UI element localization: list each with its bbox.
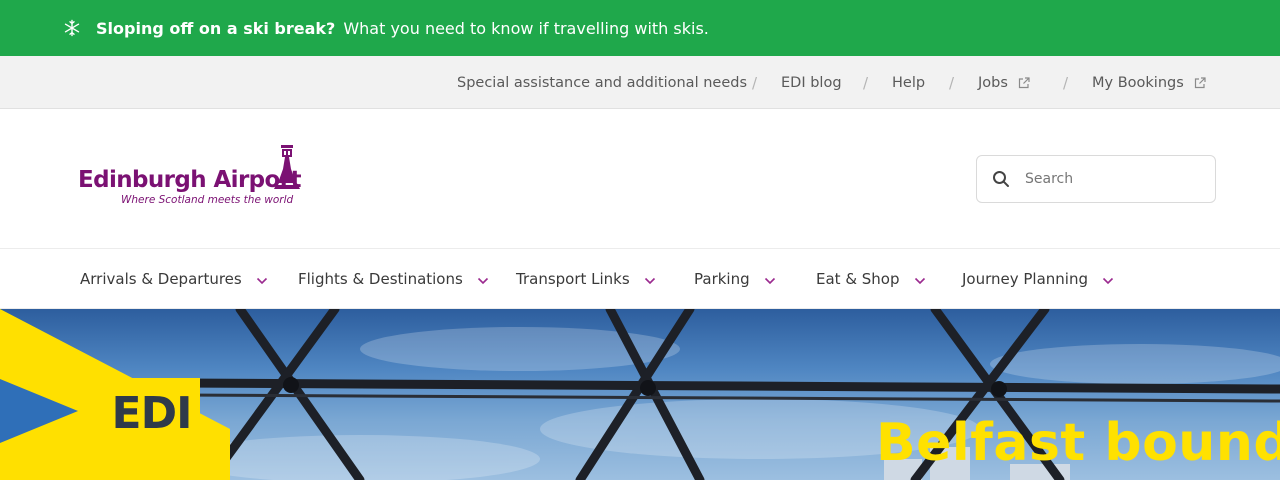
utility-link-edi-blog[interactable]: EDI blog: [781, 56, 842, 109]
nav-item-transport-links[interactable]: Transport Links: [516, 249, 656, 309]
search-input[interactable]: [1025, 171, 1195, 187]
hero-title[interactable]: Belfast bound: [876, 413, 1280, 473]
edi-badge: EDI: [103, 378, 200, 448]
main-nav: Arrivals & Departures Flights & Destinat…: [0, 249, 1280, 309]
chevron-down-icon: [256, 277, 267, 284]
utility-link-label: Jobs: [978, 74, 1008, 91]
utility-separator: /: [752, 73, 758, 92]
nav-item-label: Parking: [694, 270, 750, 288]
nav-item-label: Flights & Destinations: [298, 270, 463, 288]
chevron-down-icon: [644, 277, 655, 284]
alert-banner[interactable]: Sloping off on a ski break? What you nee…: [0, 0, 1280, 56]
utility-separator: /: [1063, 73, 1069, 92]
chevron-down-icon: [477, 277, 488, 284]
site-header: Edinburgh Airport Where Scotland meets t…: [0, 109, 1280, 249]
utility-link-my-bookings[interactable]: My Bookings: [1092, 56, 1206, 109]
nav-item-flights-destinations[interactable]: Flights & Destinations: [298, 249, 489, 309]
hero-banner[interactable]: EDI Belfast bound: [0, 309, 1280, 480]
logo-tagline: Where Scotland meets the world: [121, 194, 294, 206]
nav-item-eat-shop[interactable]: Eat & Shop: [816, 249, 926, 309]
utility-separator: /: [949, 73, 955, 92]
snowflake-icon: [63, 19, 81, 37]
utility-link-help[interactable]: Help: [892, 56, 925, 109]
nav-item-label: Transport Links: [516, 270, 630, 288]
chevron-down-icon: [1102, 277, 1114, 284]
alert-text[interactable]: What you need to know if travelling with…: [343, 19, 709, 38]
control-tower-icon: [274, 145, 300, 189]
nav-item-journey-planning[interactable]: Journey Planning: [962, 249, 1114, 309]
utility-separator: /: [863, 73, 869, 92]
utility-link-label: My Bookings: [1092, 74, 1184, 91]
chevron-down-icon: [914, 277, 925, 284]
utility-link-jobs[interactable]: Jobs: [978, 56, 1030, 109]
external-link-icon: [1194, 76, 1206, 89]
search-icon[interactable]: [991, 169, 1011, 189]
edinburgh-airport-logo[interactable]: Edinburgh Airport Where Scotland meets t…: [78, 145, 308, 215]
nav-item-label: Arrivals & Departures: [80, 270, 242, 288]
search-box[interactable]: [976, 155, 1216, 203]
external-link-icon: [1018, 76, 1030, 89]
chevron-down-icon: [764, 277, 775, 284]
logo-name: Edinburgh Airport: [78, 167, 301, 193]
utility-link-special-assistance[interactable]: Special assistance and additional needs: [457, 56, 747, 109]
nav-item-label: Journey Planning: [962, 270, 1089, 288]
utility-link-label: Help: [892, 74, 926, 91]
utility-link-label: EDI blog: [781, 74, 842, 91]
nav-item-parking[interactable]: Parking: [694, 249, 776, 309]
utility-link-label: Special assistance and additional needs: [457, 74, 747, 91]
nav-item-label: Eat & Shop: [816, 270, 900, 288]
alert-title[interactable]: Sloping off on a ski break?: [96, 19, 335, 38]
nav-item-arrivals-departures[interactable]: Arrivals & Departures: [80, 249, 268, 309]
utility-bar: Special assistance and additional needs …: [0, 56, 1280, 109]
